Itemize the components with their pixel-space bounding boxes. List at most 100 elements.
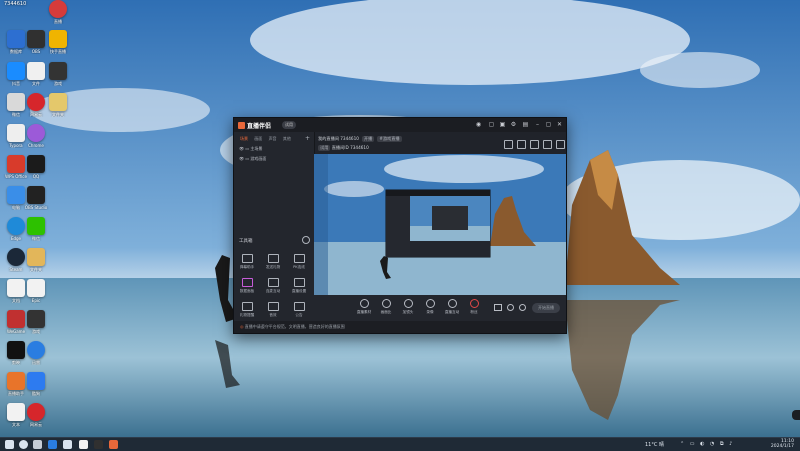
skin-icon[interactable]: ▢ xyxy=(488,121,495,128)
settings-gear-icon[interactable] xyxy=(519,304,526,311)
speaker-icon xyxy=(469,299,479,308)
desktop-icon[interactable]: 文件夹 xyxy=(42,93,74,129)
bottom-toolbar: 直播素材 画面比 加镜头 录像 直播互动 粉丝 开始直播 xyxy=(314,295,566,321)
taskbar-app-icon[interactable] xyxy=(109,440,118,449)
notice-bar: ◎ 直播中请遵守平台规范，文明直播，营造良好的直播氛围 xyxy=(234,321,566,333)
lock-icon[interactable] xyxy=(517,140,526,149)
category-badge[interactable]: 试用 xyxy=(318,145,331,151)
add-tab-icon[interactable]: + xyxy=(305,135,310,142)
tab-scene[interactable]: 场景 xyxy=(240,136,248,141)
taskbar-app-icon[interactable] xyxy=(63,440,72,449)
title-bar: 直播伴侣 试用 ◉ ▢ ▣ ⚙ ▤ – ▢ ✕ xyxy=(234,118,566,132)
desktop-icon-label: 网易云 xyxy=(30,422,42,427)
minimize-icon[interactable]: – xyxy=(534,121,541,128)
tool-icon xyxy=(267,302,279,311)
tray-icons[interactable]: ⌃ ▭ ◐ ◔ ⧉ ♪ xyxy=(680,441,734,447)
left-panel: 场景 画面 声音 其他 + 👁 ▭ 主场景 👁 ▭ 游戏画面 工具箱 弹幕助手 … xyxy=(234,132,315,333)
tool-item[interactable]: 发送礼物 xyxy=(262,254,284,270)
desktop-icon-label: Epic xyxy=(31,298,41,303)
tab-audio[interactable]: 声音 xyxy=(269,136,277,141)
gift-icon[interactable] xyxy=(530,140,539,149)
topic-tag[interactable]: #游戏直播 xyxy=(377,136,402,142)
ratio-icon xyxy=(381,299,391,308)
notice-text: 直播中请遵守平台规范，文明直播，营造良好的直播氛围 xyxy=(244,324,345,329)
desktop-icon[interactable]: 网易云 xyxy=(20,403,52,439)
tab-other[interactable]: 其他 xyxy=(283,136,291,141)
app-icon xyxy=(27,403,45,421)
mic-icon[interactable] xyxy=(507,304,514,311)
fans-button[interactable]: 粉丝 xyxy=(466,299,482,315)
app-name: 直播伴侣 xyxy=(247,123,272,130)
edition-badge[interactable]: 试用 xyxy=(282,121,296,129)
share-icon[interactable] xyxy=(556,140,565,149)
tool-item[interactable]: PK连线 xyxy=(288,254,310,270)
weather-widget[interactable]: 11°C 晴 xyxy=(645,441,664,448)
taskbar-app-icon[interactable] xyxy=(48,440,57,449)
app-icon xyxy=(27,341,45,359)
tool-item[interactable]: 连麦互动 xyxy=(262,278,284,294)
share-screen-icon[interactable] xyxy=(504,140,513,149)
tool-label: 连麦互动 xyxy=(265,289,281,293)
tab-picture[interactable]: 画面 xyxy=(254,136,262,141)
toolbox-title: 工具箱 xyxy=(239,239,253,244)
taskbar-app-icon[interactable] xyxy=(79,440,88,449)
go-live-button[interactable]: 开始直播 xyxy=(532,303,560,313)
ratio-button[interactable]: 画面比 xyxy=(378,299,394,315)
tool-item[interactable]: 礼物提醒 xyxy=(236,302,258,318)
app-icon xyxy=(49,93,67,111)
tool-label: 公告 xyxy=(295,313,303,317)
close-icon[interactable]: ✕ xyxy=(556,121,563,128)
scroll-arrow-icon[interactable] xyxy=(792,410,800,420)
tool-item[interactable]: 数据面板 xyxy=(236,278,258,294)
stream-title[interactable]: 我的直播间 7344610 xyxy=(318,136,359,141)
material-icon xyxy=(359,299,369,308)
source-item[interactable]: 👁 ▭ 游戏画面 xyxy=(239,156,266,162)
search-icon[interactable] xyxy=(19,440,28,449)
task-view-icon[interactable] xyxy=(33,440,42,449)
bell-icon[interactable] xyxy=(543,140,552,149)
desktop-icon-label: 迅雷 xyxy=(32,360,40,365)
avatar-icon[interactable]: ◉ xyxy=(475,121,482,128)
tool-item[interactable]: 音效 xyxy=(262,302,284,318)
toolbox-settings-icon[interactable] xyxy=(302,236,310,244)
add-camera-button[interactable]: 加镜头 xyxy=(400,299,416,315)
maximize-icon[interactable]: ▢ xyxy=(545,121,552,128)
desktop-icon-label: 文件夹 xyxy=(52,112,64,117)
desktop-icon[interactable]: 快手直播 xyxy=(42,30,74,66)
tool-label: 音效 xyxy=(269,313,277,317)
record-button[interactable]: 录像 xyxy=(422,299,438,315)
start-icon[interactable] xyxy=(5,440,14,449)
tool-label: 弹幕助手 xyxy=(239,265,255,269)
tool-label: 礼物提醒 xyxy=(239,313,255,317)
tool-item[interactable]: 公告 xyxy=(288,302,310,318)
source-label: 游戏画面 xyxy=(250,156,267,161)
stream-preview[interactable] xyxy=(314,154,566,295)
taskbar-app-icon[interactable] xyxy=(94,440,103,449)
interaction-button[interactable]: 直播互动 xyxy=(444,299,460,315)
app-icon xyxy=(49,0,67,18)
app-icon xyxy=(49,62,67,80)
status-badge: 开播 xyxy=(361,136,375,142)
clock[interactable]: 11:10 2024/1/17 xyxy=(771,439,794,449)
tool-icon xyxy=(293,302,305,311)
tool-item[interactable]: 直播设置 xyxy=(288,278,310,294)
material-button[interactable]: 直播素材 xyxy=(356,299,372,315)
video-icon[interactable] xyxy=(494,304,502,311)
app-icon xyxy=(27,372,45,390)
desktop-top-badge: 7344610 xyxy=(4,1,27,7)
app-icon xyxy=(27,186,45,204)
desktop-icon-label: 游戏 xyxy=(32,329,40,334)
message-icon[interactable]: ▣ xyxy=(499,121,506,128)
app-icon xyxy=(27,217,45,235)
desktop-icon-label: OBS Studio xyxy=(24,205,48,210)
tool-item[interactable]: 弹幕助手 xyxy=(236,254,258,270)
settings-icon[interactable]: ⚙ xyxy=(510,121,517,128)
feedback-icon[interactable]: ▤ xyxy=(522,121,529,128)
source-item[interactable]: 👁 ▭ 主场景 xyxy=(239,146,262,152)
room-id: 直播间ID 7344610 xyxy=(331,145,369,150)
app-icon xyxy=(27,279,45,297)
app-icon xyxy=(27,155,45,173)
button-label: 画面比 xyxy=(380,310,392,314)
record-icon xyxy=(425,299,435,308)
app-logo: 直播伴侣 xyxy=(238,121,271,130)
